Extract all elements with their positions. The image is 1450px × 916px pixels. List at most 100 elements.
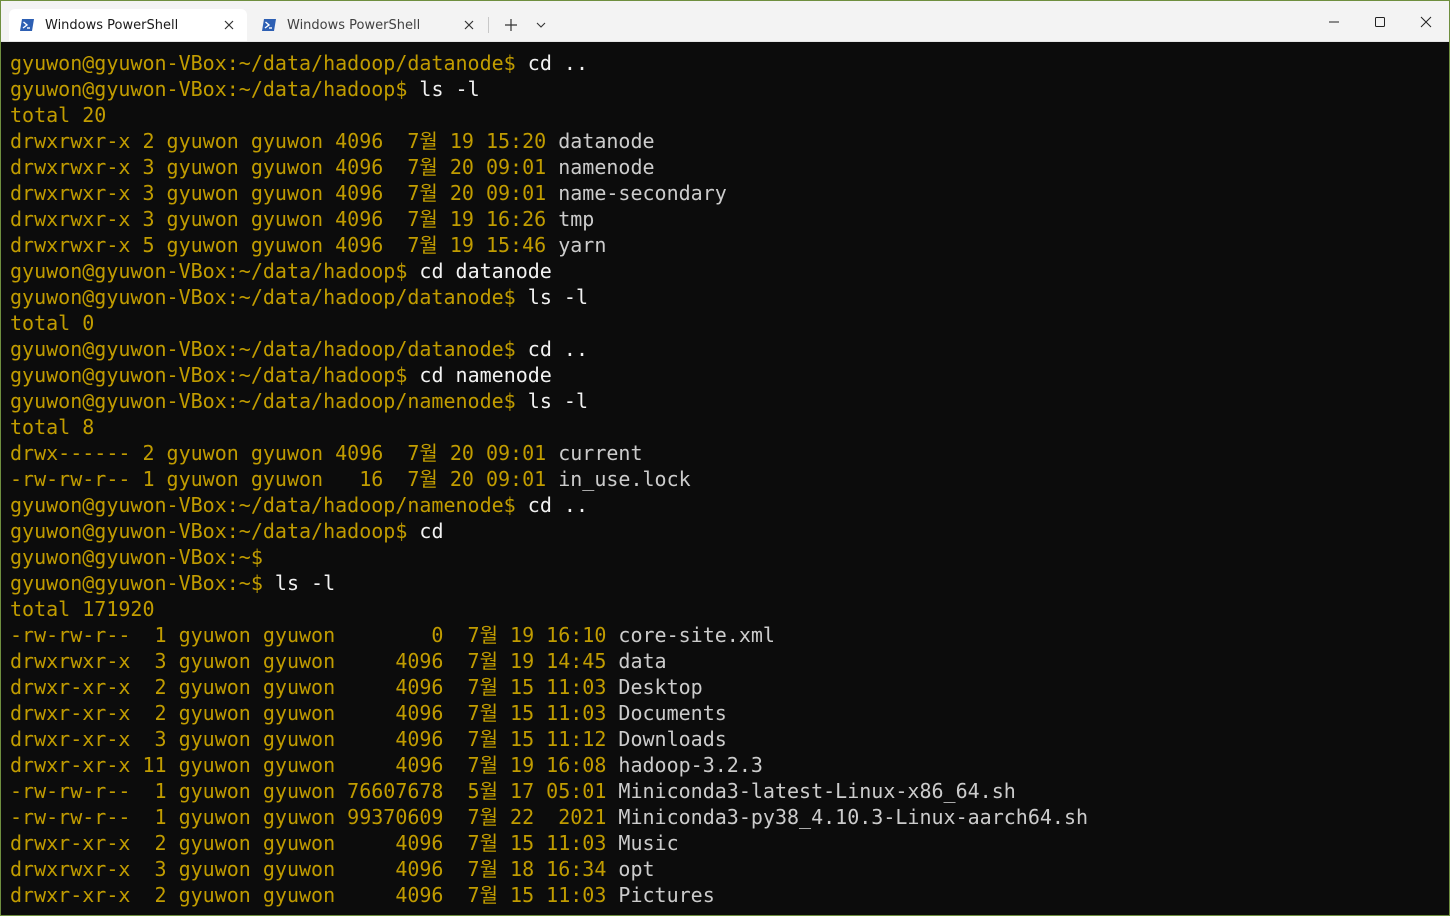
entry-metadata: drwxrwxr-x 2 gyuwon gyuwon 4096 7월 19 15… (10, 129, 559, 153)
terminal-output[interactable]: gyuwon@gyuwon-VBox:~/data/hadoop/datanod… (1, 42, 1449, 915)
entry-metadata: drwxrwxr-x 3 gyuwon gyuwon 4096 7월 18 16… (10, 857, 619, 881)
tab-powershell-2[interactable]: Windows PowerShell (251, 9, 487, 41)
output-text: total 8 (10, 415, 95, 439)
entry-name: Desktop (618, 675, 703, 699)
entry-metadata: -rw-rw-r-- 1 gyuwon gyuwon 99370609 7월 2… (10, 805, 619, 829)
entry-metadata: -rw-rw-r-- 1 gyuwon gyuwon 16 7월 20 09:0… (10, 467, 559, 491)
ls-entry: -rw-rw-r-- 1 gyuwon gyuwon 16 7월 20 09:0… (10, 466, 1449, 492)
tab-dropdown-button[interactable] (531, 15, 551, 35)
command-text: ls -l (262, 571, 336, 595)
output-line: total 20 (10, 102, 1449, 128)
output-text: total 20 (10, 103, 107, 127)
entry-name: yarn (558, 233, 607, 257)
entry-name: Downloads (618, 727, 727, 751)
shell-prompt: gyuwon@gyuwon-VBox:~$ (10, 571, 263, 595)
ls-entry: drwxr-xr-x 2 gyuwon gyuwon 4096 7월 15 11… (10, 882, 1449, 908)
new-tab-button[interactable] (501, 15, 521, 35)
entry-metadata: -rw-rw-r-- 1 gyuwon gyuwon 76607678 5월 1… (10, 779, 619, 803)
tab-separator (488, 17, 489, 33)
plus-icon (505, 19, 517, 31)
entry-name: in_use.lock (558, 467, 691, 491)
command-text: ls -l (515, 285, 588, 309)
ls-entry: drwxrwxr-x 3 gyuwon gyuwon 4096 7월 19 14… (10, 648, 1449, 674)
entry-metadata: drwx------ 2 gyuwon gyuwon 4096 7월 20 09… (10, 441, 559, 465)
command-text: ls -l (407, 77, 480, 101)
entry-name: data (618, 649, 667, 673)
entry-metadata: drwxr-xr-x 3 gyuwon gyuwon 4096 7월 15 11… (10, 727, 619, 751)
minimize-button[interactable] (1311, 7, 1357, 37)
shell-prompt: gyuwon@gyuwon-VBox:~$ (10, 545, 263, 569)
entry-name: Music (618, 831, 679, 855)
entry-metadata: drwxrwxr-x 3 gyuwon gyuwon 4096 7월 19 14… (10, 649, 619, 673)
close-tab-icon[interactable] (461, 17, 477, 33)
shell-prompt: gyuwon@gyuwon-VBox:~/data/hadoop$ (10, 259, 408, 283)
ls-entry: -rw-rw-r-- 1 gyuwon gyuwon 0 7월 19 16:10… (10, 622, 1449, 648)
output-text: total 171920 (10, 597, 155, 621)
close-icon (1420, 16, 1432, 28)
command-text: cd .. (515, 493, 588, 517)
ls-entry: drwxrwxr-x 3 gyuwon gyuwon 4096 7월 18 16… (10, 856, 1449, 882)
prompt-line: gyuwon@gyuwon-VBox:~/data/hadoop$ ls -l (10, 76, 1449, 102)
title-bar: Windows PowerShell Windows PowerShell (1, 1, 1449, 42)
prompt-line: gyuwon@gyuwon-VBox:~$ ls -l (10, 570, 1449, 596)
ls-entry: -rw-rw-r-- 1 gyuwon gyuwon 99370609 7월 2… (10, 804, 1449, 830)
shell-prompt: gyuwon@gyuwon-VBox:~/data/hadoop$ (10, 363, 408, 387)
command-text: cd .. (515, 337, 588, 361)
minimize-icon (1329, 21, 1339, 23)
prompt-line: gyuwon@gyuwon-VBox:~/data/hadoop/namenod… (10, 388, 1449, 414)
entry-name: core-site.xml (618, 623, 775, 647)
entry-metadata: drwxr-xr-x 11 gyuwon gyuwon 4096 7월 19 1… (10, 753, 619, 777)
shell-prompt: gyuwon@gyuwon-VBox:~/data/hadoop/datanod… (10, 285, 516, 309)
ls-entry: drwxr-xr-x 3 gyuwon gyuwon 4096 7월 15 11… (10, 726, 1449, 752)
entry-name: datanode (558, 129, 655, 153)
command-text: ls -l (515, 389, 588, 413)
prompt-line: gyuwon@gyuwon-VBox:~/data/hadoop/datanod… (10, 50, 1449, 76)
entry-name: name-secondary (558, 181, 727, 205)
tab-title: Windows PowerShell (45, 17, 179, 33)
tab-title: Windows PowerShell (287, 17, 421, 33)
entry-metadata: drwxrwxr-x 3 gyuwon gyuwon 4096 7월 19 16… (10, 207, 559, 231)
maximize-button[interactable] (1357, 7, 1403, 37)
entry-name: opt (618, 857, 655, 881)
entry-metadata: -rw-rw-r-- 1 gyuwon gyuwon 0 7월 19 16:10 (10, 623, 619, 647)
ls-entry: drwxr-xr-x 2 gyuwon gyuwon 4096 7월 15 11… (10, 830, 1449, 856)
output-line: total 8 (10, 414, 1449, 440)
shell-prompt: gyuwon@gyuwon-VBox:~/data/hadoop$ (10, 77, 408, 101)
shell-prompt: gyuwon@gyuwon-VBox:~/data/hadoop/datanod… (10, 51, 516, 75)
entry-name: Documents (618, 701, 727, 725)
entry-name: Pictures (618, 883, 715, 907)
command-text: cd namenode (407, 363, 552, 387)
entry-name: current (558, 441, 643, 465)
entry-metadata: drwxrwxr-x 3 gyuwon gyuwon 4096 7월 20 09… (10, 155, 559, 179)
ls-entry: drwxr-xr-x 11 gyuwon gyuwon 4096 7월 19 1… (10, 752, 1449, 778)
entry-metadata: drwxr-xr-x 2 gyuwon gyuwon 4096 7월 15 11… (10, 701, 619, 725)
close-tab-icon[interactable] (221, 17, 237, 33)
entry-name: Miniconda3-latest-Linux-x86_64.sh (618, 779, 1016, 803)
entry-name: Miniconda3-py38_4.10.3-Linux-aarch64.sh (618, 805, 1089, 829)
shell-prompt: gyuwon@gyuwon-VBox:~/data/hadoop/namenod… (10, 389, 516, 413)
tab-powershell-1[interactable]: Windows PowerShell (9, 9, 247, 41)
entry-metadata: drwxr-xr-x 2 gyuwon gyuwon 4096 7월 15 11… (10, 675, 619, 699)
ls-entry: -rw-rw-r-- 1 gyuwon gyuwon 76607678 5월 1… (10, 778, 1449, 804)
entry-name: tmp (558, 207, 595, 231)
entry-metadata: drwxrwxr-x 3 gyuwon gyuwon 4096 7월 20 09… (10, 181, 559, 205)
entry-metadata: drwxr-xr-x 2 gyuwon gyuwon 4096 7월 15 11… (10, 883, 619, 907)
ls-entry: drwxrwxr-x 3 gyuwon gyuwon 4096 7월 19 16… (10, 206, 1449, 232)
entry-metadata: drwxrwxr-x 5 gyuwon gyuwon 4096 7월 19 15… (10, 233, 559, 257)
output-line: total 171920 (10, 596, 1449, 622)
command-text: cd datanode (407, 259, 552, 283)
shell-prompt: gyuwon@gyuwon-VBox:~/data/hadoop/namenod… (10, 493, 516, 517)
ls-entry: drwxrwxr-x 3 gyuwon gyuwon 4096 7월 20 09… (10, 180, 1449, 206)
maximize-icon (1375, 17, 1385, 27)
ls-entry: drwxrwxr-x 2 gyuwon gyuwon 4096 7월 19 15… (10, 128, 1449, 154)
shell-prompt: gyuwon@gyuwon-VBox:~/data/hadoop$ (10, 519, 408, 543)
prompt-line: gyuwon@gyuwon-VBox:~/data/hadoop$ cd nam… (10, 362, 1449, 388)
command-text: cd (407, 519, 444, 543)
close-window-button[interactable] (1403, 7, 1449, 37)
shell-prompt: gyuwon@gyuwon-VBox:~/data/hadoop/datanod… (10, 337, 516, 361)
prompt-line: gyuwon@gyuwon-VBox:~/data/hadoop$ cd dat… (10, 258, 1449, 284)
prompt-line: gyuwon@gyuwon-VBox:~/data/hadoop/datanod… (10, 284, 1449, 310)
ls-entry: drwxr-xr-x 2 gyuwon gyuwon 4096 7월 15 11… (10, 674, 1449, 700)
entry-name: namenode (558, 155, 655, 179)
terminal-window: Windows PowerShell Windows PowerShell gy… (0, 0, 1450, 916)
